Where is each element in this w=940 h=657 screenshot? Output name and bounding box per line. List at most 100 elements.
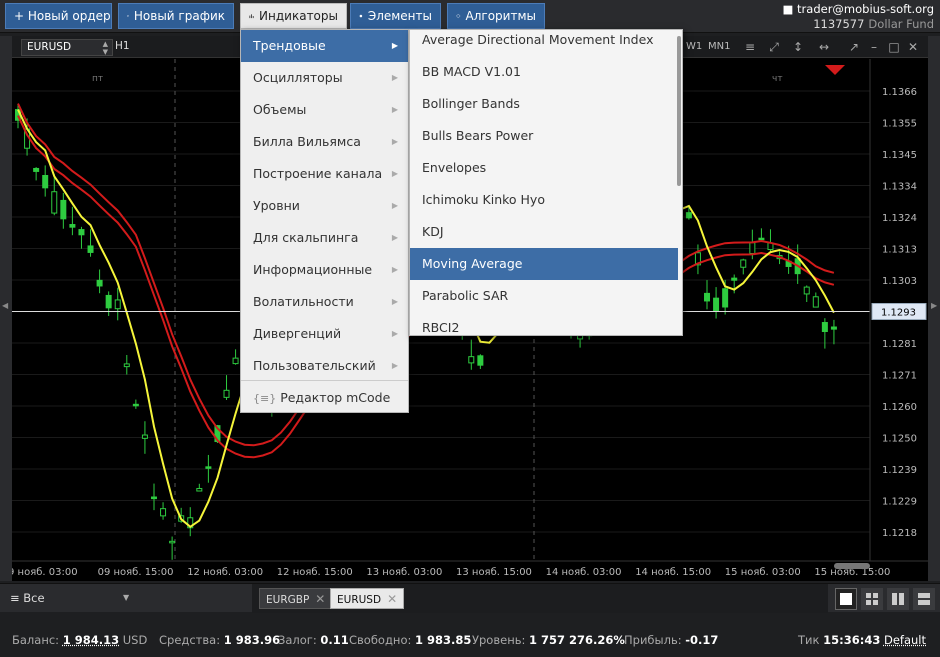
indicator-category-label: Уровни (253, 198, 300, 213)
time-tick-label: 12 нояб. 03:00 (187, 567, 263, 578)
price-tick-label: 1.1260 (882, 402, 917, 413)
candle-body (105, 294, 112, 309)
layout-single-button[interactable] (835, 588, 857, 610)
rows-layout-icon (918, 593, 930, 605)
indicator-category-item[interactable]: Информационные ▶ (241, 254, 408, 286)
new-chart-button[interactable]: Новый график (118, 3, 234, 29)
price-tick-label: 1.1345 (882, 150, 917, 161)
close-icon[interactable]: ✕ (905, 39, 921, 55)
submenu-arrow-icon: ▶ (391, 329, 398, 338)
expand-icon[interactable]: ⤢ (766, 39, 782, 55)
profit-value: -0.17 (685, 633, 719, 647)
indicators-button[interactable]: Индикаторы (240, 3, 347, 29)
indicator-category-item[interactable]: Трендовые ▶ (241, 30, 408, 62)
account-info[interactable]: ■ trader@mobius-soft.org 1137577 Dollar F… (783, 2, 934, 32)
default-profile-link[interactable]: Default (884, 633, 926, 647)
equity-label: Средства: (159, 633, 221, 647)
algorithms-button[interactable]: Алгоритмы (447, 3, 545, 29)
balance-label: Баланс: (12, 633, 60, 647)
candle-body (713, 297, 720, 312)
free-label: Свободно: (349, 633, 412, 647)
trend-indicator-item[interactable]: KDJ (410, 216, 678, 248)
trend-indicator-item[interactable]: Ichimoku Kinko Hyo (410, 184, 678, 216)
indicator-category-label: Для скальпинга (253, 230, 359, 245)
symbol-tab[interactable]: EURGBP ✕ (259, 588, 333, 609)
candle-body (169, 540, 176, 544)
candle-body (78, 229, 85, 236)
minimize-icon[interactable]: – (866, 39, 882, 55)
indicator-category-item[interactable]: Дивергенций ▶ (241, 318, 408, 350)
indicator-category-item[interactable]: Для скальпинга ▶ (241, 222, 408, 254)
candle-body (69, 224, 76, 228)
left-collapse-bar[interactable]: ◀ (0, 36, 12, 581)
balance-value[interactable]: 1 984.13 (63, 633, 119, 647)
time-tick-label: 12 нояб. 15:00 (277, 567, 353, 578)
trend-indicator-item[interactable]: Parabolic SAR (410, 280, 678, 312)
time-tick-label: 14 нояб. 03:00 (546, 567, 622, 578)
price-tick-label: 1.1313 (882, 245, 917, 256)
level-label: Уровень: (472, 633, 526, 647)
trend-indicator-item[interactable]: Envelopes (410, 152, 678, 184)
layout-rows-button[interactable] (913, 588, 935, 610)
tf-mn1-button[interactable]: MN1 (708, 41, 730, 52)
price-alert-marker-icon (825, 65, 845, 75)
vertical-scale-icon[interactable]: ↕ (790, 39, 806, 55)
menu-separator (241, 380, 408, 381)
candle-body (468, 356, 475, 364)
symbol-tab[interactable]: EURUSD ✕ (330, 588, 405, 609)
chart-type-icon[interactable]: ≡ (742, 39, 758, 55)
candle-body (114, 299, 121, 310)
candle-body (141, 434, 148, 439)
right-collapse-bar[interactable]: ▶ (928, 36, 940, 581)
symbol-tab-label: EURUSD (337, 594, 382, 606)
indicator-category-item[interactable]: Уровни ▶ (241, 190, 408, 222)
diamond-icon (456, 13, 461, 19)
trend-indicator-item[interactable]: Average Directional Movement Index (410, 30, 678, 56)
submenu-arrow-icon: ▶ (391, 361, 398, 370)
menu-icon: ≡ (10, 591, 20, 605)
indicator-category-item[interactable]: Пользовательский ▶ (241, 350, 408, 382)
symbol-selector[interactable]: EURUSD ▲ ▼ (21, 39, 113, 56)
maximize-icon[interactable]: □ (886, 39, 902, 55)
trend-indicator-item[interactable]: BB MACD V1.01 (410, 56, 678, 88)
candle-body (812, 296, 819, 308)
symbol-tab-label: EURGBP (266, 594, 310, 606)
price-tick-label: 1.1281 (882, 339, 917, 350)
indicator-category-item[interactable]: Волатильности ▶ (241, 286, 408, 318)
detach-icon[interactable]: ↗ (846, 39, 862, 55)
elements-button[interactable]: Элементы (350, 3, 441, 29)
chevron-down-icon[interactable]: ▼ (123, 593, 129, 602)
submenu-scrollbar[interactable] (677, 36, 681, 186)
candle-body (223, 389, 230, 398)
elements-label: Элементы (367, 9, 432, 23)
balance-stat: Баланс: 1 984.13 USD (12, 633, 147, 647)
indicator-category-item[interactable]: Билла Вильямса ▶ (241, 126, 408, 158)
close-tab-icon[interactable]: ✕ (387, 592, 397, 606)
horizontal-scale-icon[interactable]: ↔ (816, 39, 832, 55)
mcode-editor-item[interactable]: {≡} Редактор mCode (241, 382, 408, 414)
indicator-category-item[interactable]: Объемы ▶ (241, 94, 408, 126)
right-arrow-icon: ▶ (931, 301, 938, 310)
tf-w1-button[interactable]: W1 (686, 41, 702, 52)
trend-indicator-item[interactable]: Moving Average (410, 248, 678, 280)
symbol-tab-bar: ≡ Все ▼ EURGBP ✕ EURUSD ✕ (0, 583, 940, 613)
indicator-category-label: Трендовые (253, 38, 326, 53)
indicator-category-item[interactable]: Построение канала ▶ (241, 158, 408, 190)
layout-grid-button[interactable] (861, 588, 883, 610)
trend-indicator-item[interactable]: Bollinger Bands (410, 88, 678, 120)
new-order-button[interactable]: + Новый ордер (5, 3, 112, 29)
timeframe-label[interactable]: H1 (115, 40, 130, 52)
close-tab-icon[interactable]: ✕ (315, 592, 325, 606)
filter-all-select[interactable]: ≡ Все (10, 591, 45, 605)
trend-indicator-item[interactable]: Bulls Bears Power (410, 120, 678, 152)
candle-body (205, 466, 212, 469)
margin-label: Залог: (278, 633, 317, 647)
left-arrow-icon: ◀ (2, 301, 9, 310)
new-chart-label: Новый график (133, 9, 225, 23)
current-price-label: 1.1293 (881, 308, 916, 319)
trend-indicator-item[interactable]: RBCI2 (410, 312, 678, 335)
layout-columns-button[interactable] (887, 588, 909, 610)
candle-body (803, 286, 810, 295)
indicator-category-label: Волатильности (253, 294, 354, 309)
indicator-category-item[interactable]: Осцилляторы ▶ (241, 62, 408, 94)
